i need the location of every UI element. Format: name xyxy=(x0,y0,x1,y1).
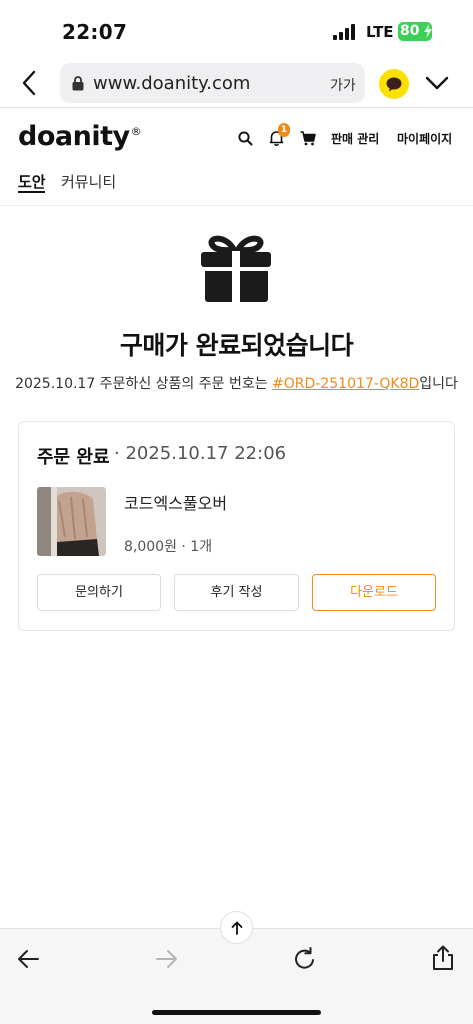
download-button[interactable]: 다운로드 xyxy=(312,574,436,611)
message-prefix: 2025.10.17 주문하신 상품의 주문 번호는 xyxy=(15,376,273,392)
arrow-left-icon[interactable] xyxy=(16,948,40,970)
chat-bubble-icon xyxy=(386,77,402,92)
logo-text: doanity xyxy=(18,121,130,152)
inquiry-button[interactable]: 문의하기 xyxy=(37,574,161,611)
notification-badge: 1 xyxy=(278,123,290,137)
cart-icon[interactable] xyxy=(300,131,316,146)
message-suffix: 입니다 xyxy=(419,376,458,392)
battery-indicator: 80 xyxy=(398,22,432,41)
arrow-up-icon xyxy=(231,921,242,935)
divider xyxy=(0,205,473,206)
status-time: 22:07 xyxy=(62,20,128,44)
write-review-button[interactable]: 후기 작성 xyxy=(174,574,299,611)
active-tab-indicator xyxy=(18,191,45,193)
order-number-link[interactable]: #ORD-251017-QK8D xyxy=(272,376,419,392)
product-price-quantity: 8,000원 · 1개 xyxy=(124,539,213,555)
nav-sales-manage[interactable]: 판매 관리 xyxy=(331,130,379,147)
home-indicator xyxy=(152,1010,321,1015)
tab-patterns[interactable]: 도안 xyxy=(18,171,46,192)
nav-my-page[interactable]: 마이페이지 xyxy=(397,130,452,147)
kakao-talk-button[interactable] xyxy=(379,69,409,99)
url-text[interactable]: www.doanity.com xyxy=(93,73,250,94)
registered-mark: ® xyxy=(130,125,142,138)
tab-community[interactable]: 커뮤니티 xyxy=(61,171,116,192)
cellular-signal-icon xyxy=(333,24,357,40)
charging-bolt-icon xyxy=(424,24,432,38)
lock-icon xyxy=(72,76,84,91)
order-status: 주문 완료 xyxy=(37,447,110,468)
text-size-button[interactable]: 가가 xyxy=(330,75,356,95)
share-icon[interactable] xyxy=(431,945,455,971)
page-title: 구매가 완료되었습니다 xyxy=(119,331,354,360)
search-icon[interactable] xyxy=(238,131,253,146)
divider xyxy=(0,107,473,108)
product-name[interactable]: 코드엑스풀오버 xyxy=(124,490,227,514)
browser-back-chevron-icon[interactable] xyxy=(18,69,42,97)
product-thumbnail[interactable] xyxy=(37,487,106,556)
reload-icon[interactable] xyxy=(292,946,318,972)
gift-icon xyxy=(200,231,272,303)
order-confirmation-message: 2025.10.17 주문하신 상품의 주문 번호는 #ORD-251017-Q… xyxy=(0,373,473,393)
chevron-down-icon[interactable] xyxy=(424,74,450,92)
order-datetime: · 2025.10.17 22:06 xyxy=(114,443,287,464)
arrow-right-icon[interactable] xyxy=(155,948,179,970)
site-logo[interactable]: doanity® xyxy=(18,121,142,152)
network-type: LTE xyxy=(366,23,394,41)
battery-level: 80 xyxy=(400,23,420,39)
scroll-to-top-button[interactable] xyxy=(220,911,253,944)
